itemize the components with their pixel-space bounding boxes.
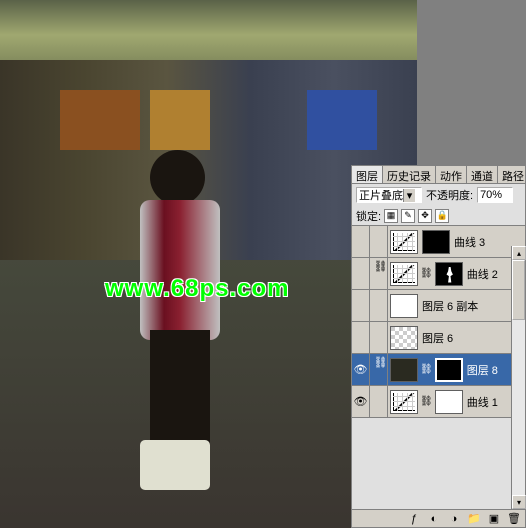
scroll-track[interactable]: [512, 260, 525, 495]
layer-thumbnail[interactable]: [390, 358, 418, 382]
new-layer-icon[interactable]: ▣: [487, 512, 501, 526]
lock-all-icon[interactable]: 🔒: [435, 209, 449, 223]
layer-row[interactable]: 曲线 3: [352, 226, 525, 258]
trash-icon[interactable]: 🗑: [507, 512, 521, 526]
blend-opacity-row: 正片叠底 ▾ 不透明度: 70%: [352, 184, 525, 206]
layer-thumbnail[interactable]: [390, 294, 418, 318]
mask-icon[interactable]: ◐: [427, 512, 441, 526]
lock-row: 锁定: ▦ ✎ ✥ 🔒: [352, 206, 525, 226]
link-toggle[interactable]: ⛓: [370, 258, 388, 289]
layer-row-selected[interactable]: 👁 ⛓ ⛓ 图层 8: [352, 354, 525, 386]
link-toggle[interactable]: [370, 226, 388, 257]
visibility-toggle[interactable]: 👁: [352, 386, 370, 417]
figure-body: [140, 200, 220, 340]
tab-paths[interactable]: 路径: [498, 166, 526, 183]
folder-icon[interactable]: 📁: [467, 512, 481, 526]
tab-history[interactable]: 历史记录: [383, 166, 436, 183]
visibility-toggle[interactable]: [352, 258, 370, 289]
layer-row[interactable]: 图层 6: [352, 322, 525, 354]
chain-icon: ⛓: [420, 364, 433, 375]
visibility-toggle[interactable]: [352, 322, 370, 353]
link-toggle[interactable]: ⛓: [370, 354, 388, 385]
watermark-text: www.68ps.com: [105, 275, 290, 303]
link-toggle[interactable]: [370, 290, 388, 321]
eye-icon: 👁: [354, 363, 368, 376]
lock-pixels-icon[interactable]: ✎: [401, 209, 415, 223]
scroll-up-button[interactable]: ▴: [512, 246, 526, 260]
scroll-thumb[interactable]: [512, 260, 525, 320]
adjustment-icon[interactable]: ◑: [447, 512, 461, 526]
tab-channels[interactable]: 通道: [467, 166, 498, 183]
link-toggle[interactable]: [370, 386, 388, 417]
lock-position-icon[interactable]: ✥: [418, 209, 432, 223]
visibility-toggle[interactable]: [352, 226, 370, 257]
scroll-down-button[interactable]: ▾: [512, 495, 526, 509]
layer-thumbnail[interactable]: [390, 230, 418, 254]
mask-thumbnail[interactable]: [435, 262, 463, 286]
link-icon: ⛓: [374, 356, 384, 366]
figure-boots: [140, 440, 210, 490]
blend-mode-dropdown[interactable]: 正片叠底 ▾: [356, 187, 422, 203]
figure: [120, 150, 300, 500]
eye-icon: 👁: [354, 395, 368, 408]
visibility-toggle[interactable]: [352, 290, 370, 321]
opacity-label: 不透明度:: [426, 187, 473, 203]
chain-icon: ⛓: [420, 396, 433, 407]
chevron-down-icon: ▾: [403, 189, 415, 202]
layer-name[interactable]: 曲线 1: [467, 394, 498, 410]
mask-thumbnail[interactable]: [435, 390, 463, 414]
figure-legs: [150, 330, 210, 450]
layer-thumbnail[interactable]: [390, 390, 418, 414]
tab-actions[interactable]: 动作: [436, 166, 467, 183]
layer-row[interactable]: 👁 ⛓ 曲线 1: [352, 386, 525, 418]
billboard-1: [60, 90, 140, 150]
chain-icon: ⛓: [420, 268, 433, 279]
layer-thumbnail[interactable]: [390, 326, 418, 350]
layer-row[interactable]: ⛓ ⛓ 曲线 2: [352, 258, 525, 290]
lock-transparency-icon[interactable]: ▦: [384, 209, 398, 223]
layers-scrollbar[interactable]: ▴ ▾: [511, 246, 525, 509]
layer-name[interactable]: 图层 6 副本: [422, 298, 478, 314]
figure-head: [150, 150, 205, 205]
panel-tabs: 图层 历史记录 动作 通道 路径: [352, 166, 525, 184]
panel-bottom-bar: ƒ ◐ ◑ 📁 ▣ 🗑: [352, 509, 525, 527]
link-icon: ⛓: [374, 260, 384, 270]
mask-thumbnail[interactable]: [422, 230, 450, 254]
blend-mode-value: 正片叠底: [359, 187, 403, 203]
layer-name[interactable]: 曲线 3: [454, 234, 485, 250]
tab-layers[interactable]: 图层: [352, 166, 383, 183]
layers-list: 曲线 3 ⛓ ⛓ 曲线 2 图层 6 副本 图层 6 👁 ⛓ ⛓: [352, 226, 525, 418]
layer-thumbnail[interactable]: [390, 262, 418, 286]
layer-row[interactable]: 图层 6 副本: [352, 290, 525, 322]
lock-label: 锁定:: [356, 208, 381, 224]
layers-panel: 图层 历史记录 动作 通道 路径 正片叠底 ▾ 不透明度: 70% 锁定: ▦ …: [351, 165, 526, 528]
billboard-3: [307, 90, 377, 150]
layer-name[interactable]: 图层 8: [467, 362, 498, 378]
fx-icon[interactable]: ƒ: [407, 512, 421, 526]
opacity-value: 70%: [480, 189, 502, 201]
visibility-toggle[interactable]: 👁: [352, 354, 370, 385]
link-toggle[interactable]: [370, 322, 388, 353]
billboard-2: [150, 90, 210, 150]
layer-name[interactable]: 图层 6: [422, 330, 453, 346]
opacity-input[interactable]: 70%: [477, 187, 513, 203]
mask-thumbnail[interactable]: [435, 358, 463, 382]
layer-name[interactable]: 曲线 2: [467, 266, 498, 282]
